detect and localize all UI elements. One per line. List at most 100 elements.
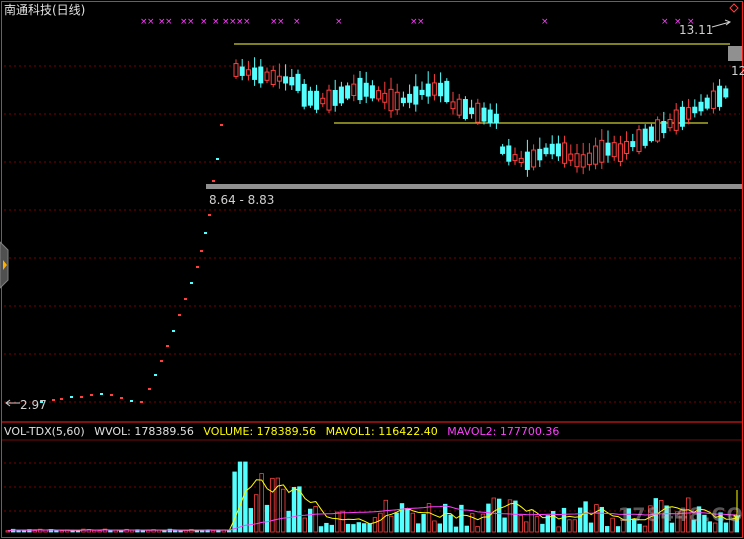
top-right-mark-icon [729, 3, 739, 13]
candlestick-series[interactable] [233, 57, 729, 177]
volume-bar [286, 510, 291, 533]
volume-bar [524, 521, 529, 533]
candle-body [301, 83, 307, 107]
signal-marker: × [165, 17, 173, 27]
chart-canvas[interactable]: × × × × × × × × × × × × × × × × × × × × × × [0, 0, 744, 539]
low-arrow-icon [5, 399, 20, 407]
volume-bar [448, 514, 453, 533]
candle-body [357, 77, 363, 101]
candle-body [425, 83, 431, 97]
volume-bar [270, 477, 275, 533]
candle-body [351, 83, 357, 97]
volume-bar [561, 507, 567, 533]
volume-bar [415, 523, 421, 533]
volume-bar [437, 523, 442, 533]
candle-body [431, 82, 437, 96]
volume-bar [405, 508, 410, 533]
expand-arrow-icon[interactable] [0, 238, 12, 292]
candle-body [549, 143, 555, 155]
volume-indicator-header: VOL-TDX(5,60) WVOL: 178389.56 VOLUME: 17… [4, 425, 565, 438]
price-dot [172, 330, 175, 332]
candle-body [407, 93, 413, 103]
volume-bar [572, 519, 577, 533]
right-edge-price-label: 12 [731, 64, 744, 78]
candle-body [233, 63, 239, 77]
price-dot [120, 397, 123, 399]
volume-bar [496, 498, 502, 533]
candle-body [704, 97, 710, 109]
volume-bar [248, 508, 253, 533]
candle-body [338, 86, 344, 104]
price-dot [80, 396, 83, 398]
volume-bar [140, 530, 145, 533]
high-arrow-icon [711, 19, 732, 28]
volume-bar [345, 523, 351, 533]
volume-bar [302, 517, 307, 533]
volume-bar [475, 526, 480, 533]
volume-bar [594, 504, 599, 533]
candle-body [314, 90, 320, 110]
volume-bar [556, 526, 561, 533]
candle-body [456, 98, 462, 116]
volume-bar [421, 514, 426, 533]
candle-body [698, 101, 704, 112]
signal-marker: × [277, 17, 285, 27]
candle-body [270, 69, 276, 85]
candle-body [686, 107, 692, 120]
candle-body [376, 90, 382, 100]
candle-body [531, 149, 537, 168]
price-dot [140, 401, 143, 403]
volume-bar [253, 494, 259, 533]
volume-bar [329, 524, 334, 533]
volume-bar [172, 530, 178, 533]
candle-body [667, 119, 673, 129]
candle-body [276, 75, 282, 82]
price-dot [100, 393, 103, 395]
volume-bar [540, 523, 545, 533]
candle-body [444, 80, 450, 103]
volume-bar [361, 523, 367, 533]
signal-marker: × [212, 17, 220, 27]
candle-body [506, 145, 512, 162]
candle-body [518, 157, 524, 164]
candle-body [252, 67, 258, 80]
volume-bar [237, 461, 243, 533]
candle-body [450, 101, 456, 110]
price-dot [166, 345, 169, 347]
signal-marker: × [147, 17, 155, 27]
price-dot [148, 388, 151, 390]
volume-bar [97, 530, 102, 533]
watermark-text: 178448.COM [618, 504, 744, 526]
price-dot [178, 314, 181, 316]
price-dot [200, 250, 203, 252]
volume-bar [599, 506, 604, 533]
candle-body [512, 154, 518, 162]
price-dot [184, 298, 187, 300]
volume-bar [264, 504, 270, 533]
candle-body [500, 146, 506, 154]
candle-body [469, 107, 475, 115]
price-dot [190, 282, 193, 284]
volume-bar [108, 529, 113, 533]
gap-range-label: 8.64 - 8.83 [209, 193, 275, 207]
volume-bar [486, 503, 491, 533]
candle-body [475, 102, 481, 123]
candle-body [264, 71, 270, 81]
candle-body [295, 73, 301, 91]
candle-body [717, 85, 723, 107]
indicator-name[interactable]: VOL-TDX(5,60) [4, 425, 85, 438]
price-dot [90, 394, 93, 396]
volume-bar [567, 519, 572, 533]
candle-body [413, 86, 419, 105]
volume-bar [491, 497, 496, 533]
candle-body [580, 154, 586, 168]
volume-bar [32, 530, 37, 533]
signal-marker: × [661, 17, 669, 27]
price-dot [208, 214, 211, 216]
volume-bar [372, 517, 378, 533]
candle-body [245, 69, 251, 76]
candle-body [679, 106, 685, 127]
price-dot [216, 158, 219, 160]
candle-body [493, 113, 499, 123]
signal-markers: × × × × × × × × × × × × × × × × × × × × × × [140, 17, 695, 27]
